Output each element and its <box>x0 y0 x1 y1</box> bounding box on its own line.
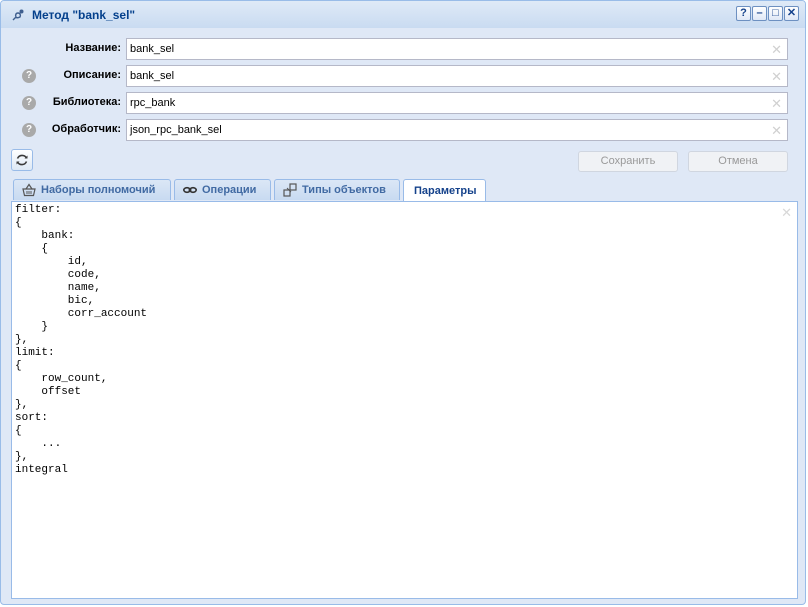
tab-bar: Наборы полномочий Операции Типы объектов… <box>11 179 803 201</box>
clear-icon[interactable]: ✕ <box>771 96 782 112</box>
method-window: Метод "bank_sel" ? – □ ✕ Название: bank_… <box>0 0 806 605</box>
basket-icon <box>22 183 36 197</box>
library-label: Библиотека: <box>52 96 121 108</box>
parameters-text[interactable]: filter: { bank: { id, code, name, bic, c… <box>15 204 147 477</box>
tab-object-types[interactable]: Типы объектов <box>274 179 400 200</box>
library-value: rpc_bank <box>130 97 176 109</box>
tab-label: Типы объектов <box>302 184 386 196</box>
name-label: Название: <box>65 42 121 54</box>
window-titlebar[interactable]: Метод "bank_sel" ? – □ ✕ <box>1 1 805 28</box>
clear-icon[interactable]: ✕ <box>771 69 782 85</box>
tab-label: Наборы полномочий <box>41 184 156 196</box>
help-icon[interactable]: ? <box>22 96 36 110</box>
maximize-tool-button[interactable]: □ <box>768 6 783 21</box>
close-tool-button[interactable]: ✕ <box>784 6 799 21</box>
handler-field[interactable]: json_rpc_bank_sel ✕ <box>126 119 788 141</box>
save-button[interactable]: Сохранить <box>578 151 678 172</box>
field-row-library: ? Библиотека: rpc_bank ✕ <box>11 92 803 114</box>
library-field[interactable]: rpc_bank ✕ <box>126 92 788 114</box>
handler-label: Обработчик: <box>51 123 121 135</box>
tab-label: Операции <box>202 184 257 196</box>
refresh-button[interactable] <box>11 149 33 171</box>
method-form: Название: bank_sel ✕ ? Описание: bank_se… <box>11 28 803 176</box>
tab-parameters[interactable]: Параметры <box>403 179 486 201</box>
field-row-description: ? Описание: bank_sel ✕ <box>11 65 803 87</box>
minimize-tool-button[interactable]: – <box>752 6 767 21</box>
tab-permission-sets[interactable]: Наборы полномочий <box>13 179 171 200</box>
parameters-editor[interactable]: filter: { bank: { id, code, name, bic, c… <box>11 201 798 599</box>
field-row-name: Название: bank_sel ✕ <box>11 38 803 60</box>
tab-operations[interactable]: Операции <box>174 179 271 200</box>
link-icon <box>183 183 197 197</box>
help-icon[interactable]: ? <box>22 69 36 83</box>
help-tool-button[interactable]: ? <box>736 6 751 21</box>
refresh-icon <box>16 154 28 166</box>
handler-value: json_rpc_bank_sel <box>130 124 222 136</box>
cancel-button[interactable]: Отмена <box>688 151 788 172</box>
name-field[interactable]: bank_sel ✕ <box>126 38 788 60</box>
tab-label: Параметры <box>414 184 477 197</box>
description-label: Описание: <box>63 69 121 81</box>
clear-icon[interactable]: ✕ <box>781 205 792 221</box>
help-icon[interactable]: ? <box>22 123 36 137</box>
window-tools: ? – □ ✕ <box>736 6 799 21</box>
description-value: bank_sel <box>130 70 175 82</box>
name-value: bank_sel <box>130 43 175 55</box>
method-icon <box>10 7 26 23</box>
object-types-icon <box>283 183 297 197</box>
window-title: Метод "bank_sel" <box>32 7 136 22</box>
description-field[interactable]: bank_sel ✕ <box>126 65 788 87</box>
field-row-handler: ? Обработчик: json_rpc_bank_sel ✕ <box>11 119 803 141</box>
clear-icon[interactable]: ✕ <box>771 42 782 58</box>
clear-icon[interactable]: ✕ <box>771 123 782 139</box>
